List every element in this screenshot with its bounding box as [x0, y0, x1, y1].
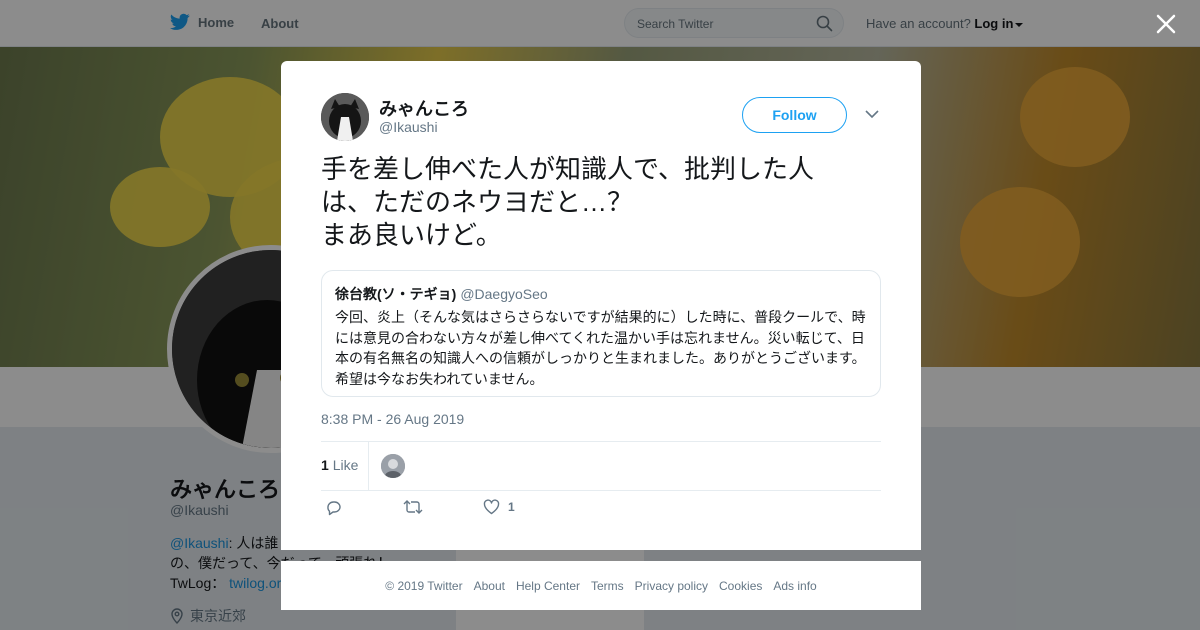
follow-button[interactable]: Follow	[742, 97, 847, 133]
cat-avatar-image	[321, 93, 369, 141]
quoted-author-handle: @DaegyoSeo	[460, 286, 548, 302]
tweet-text: 手を差し伸べた人が知識人で、批判した人 は、ただのネウヨだと…？ まあ良いけど。	[321, 154, 814, 250]
tweet-timestamp[interactable]: 8:38 PM - 26 Aug 2019	[321, 411, 464, 427]
footer-about-link[interactable]: About	[474, 579, 505, 593]
footer-terms-link[interactable]: Terms	[591, 579, 624, 593]
close-icon[interactable]	[1155, 13, 1177, 35]
retweet-button[interactable]	[403, 499, 423, 515]
heart-icon	[483, 499, 500, 515]
footer-help-link[interactable]: Help Center	[516, 579, 580, 593]
tweet-stats: 1 Like	[321, 441, 881, 491]
tweet-actions: 1	[321, 499, 881, 523]
quoted-tweet[interactable]: 徐台教(ソ・テギョ) @DaegyoSeo 今回、炎上（そんな気はさらさらないです…	[321, 270, 881, 397]
author-avatar[interactable]	[321, 93, 369, 141]
retweet-icon	[403, 500, 423, 514]
quoted-author-name: 徐台教(ソ・テギョ)	[335, 286, 457, 302]
quoted-tweet-text: 今回、炎上（そんな気はさらさらないですが結果的に）した時に、普段クールで、時には…	[335, 309, 866, 387]
author-name[interactable]: みゃんころ	[379, 95, 469, 121]
tweet-modal: みゃんころ @Ikaushi Follow 手を差し伸べた人が知識人で、批判した…	[281, 61, 921, 550]
chevron-down-icon[interactable]	[865, 109, 879, 119]
quoted-tweet-header: 徐台教(ソ・テギョ) @DaegyoSeo	[335, 284, 867, 304]
author-handle[interactable]: @Ikaushi	[379, 119, 438, 135]
reply-button[interactable]	[325, 499, 342, 516]
footer: © 2019 Twitter About Help Center Terms P…	[281, 561, 921, 610]
footer-cookies-link[interactable]: Cookies	[719, 579, 762, 593]
footer-ads-link[interactable]: Ads info	[773, 579, 816, 593]
liker-avatar-image	[381, 454, 405, 478]
reply-icon	[327, 501, 341, 516]
like-action-count: 1	[508, 500, 515, 514]
stats-divider	[368, 442, 369, 490]
footer-privacy-link[interactable]: Privacy policy	[635, 579, 708, 593]
footer-copyright: © 2019 Twitter	[385, 578, 463, 593]
like-button[interactable]: 1	[483, 499, 515, 515]
liker-avatar[interactable]	[381, 454, 405, 478]
like-count-stat[interactable]: 1 Like	[321, 457, 358, 473]
